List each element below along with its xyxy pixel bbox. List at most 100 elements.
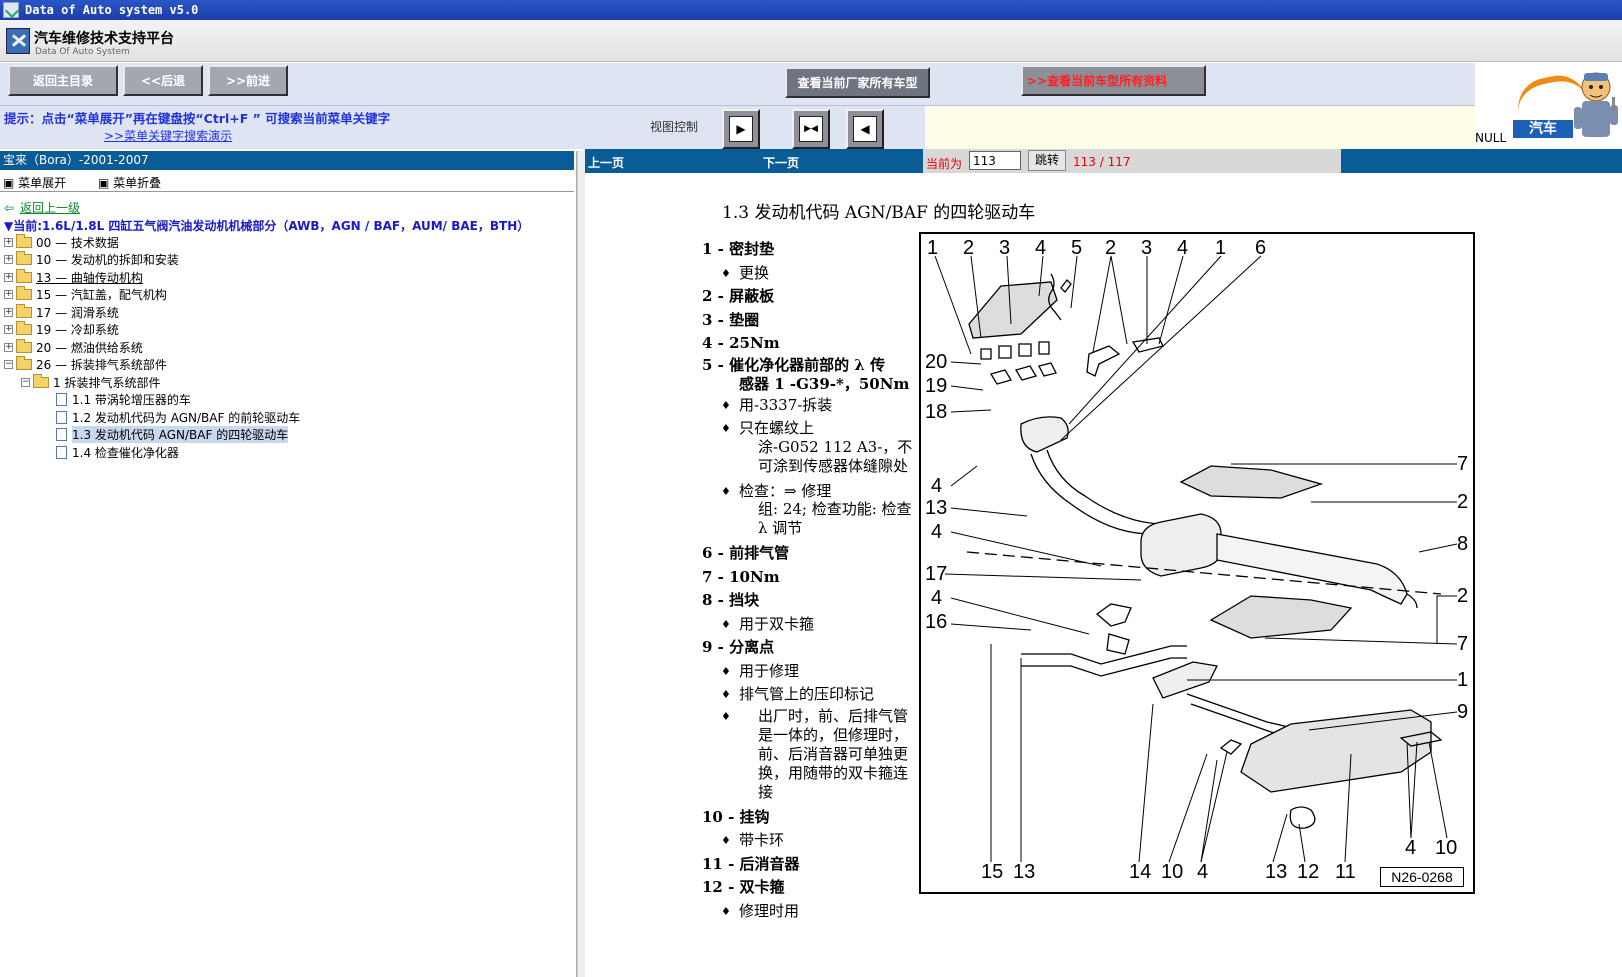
back-up-link[interactable]: ⇦ 返回上一级	[4, 199, 80, 216]
exhaust-diagram-drawing	[934, 255, 1458, 863]
forward-button[interactable]: >>前进	[208, 65, 288, 96]
back-arrow-icon: ⇦	[4, 201, 15, 215]
legend-label: 3 - 垫圈	[702, 310, 760, 329]
callout-label: 12	[1297, 861, 1320, 883]
tree-item[interactable]: +17 — 润滑系统	[4, 303, 119, 321]
view-expand-right-button[interactable]: ▶	[722, 109, 760, 149]
arrow-left-icon: ◀	[853, 116, 877, 142]
callout-label: 4	[1197, 861, 1209, 883]
callout-label: 4	[931, 521, 943, 543]
legend-item: 8 - 挡块	[702, 589, 922, 613]
legend-item: 10 - 挂钩	[702, 806, 922, 830]
legend-label: 7 - 10Nm	[702, 567, 780, 586]
collapse-minus-icon[interactable]: −	[21, 377, 30, 387]
tree-item-selected[interactable]: 1.3 发动机代码 AGN/BAF 的四轮驱动车	[56, 426, 289, 444]
document-view: 1.3 发动机代码 AGN/BAF 的四轮驱动车 1 - 密封垫 更换 2 - …	[585, 173, 1622, 977]
collapse-minus-icon[interactable]: −	[4, 360, 13, 369]
callout-label: 14	[1129, 861, 1152, 883]
menu-expand-button[interactable]: ▣ 菜单展开	[3, 176, 80, 190]
callout-label: 9	[1457, 701, 1469, 723]
home-button[interactable]: 返回主目录	[8, 65, 118, 96]
expand-plus-icon[interactable]: +	[4, 290, 13, 299]
menu-collapse-label: 菜单折叠	[113, 176, 162, 190]
folder-icon	[16, 286, 32, 300]
mechanic-mascot-icon	[1574, 72, 1618, 137]
tree-item[interactable]: +00 — 技术数据	[4, 233, 119, 251]
back-button[interactable]: <<后退	[123, 65, 203, 96]
ad-null-text: NULL	[1475, 131, 1507, 145]
callout-label: 4	[931, 475, 943, 497]
tree-item[interactable]: +15 — 汽缸盖，配气机构	[4, 286, 167, 304]
callout-label: 4	[1177, 237, 1189, 259]
tree-item-label: 13 — 曲轴传动机构	[36, 270, 143, 285]
all-models-button[interactable]: 查看当前厂家所有车型	[785, 67, 930, 98]
exhaust-exploded-diagram: N26-0268 1 2 3 4 5 2 3 4 1 6 20 19 18 4 …	[919, 232, 1475, 894]
tree-item-label: 1 拆装排气系统部件	[53, 375, 161, 390]
document-icon	[56, 445, 67, 459]
tree-item[interactable]: 1.1 带涡轮增压器的车	[56, 391, 191, 409]
left-scrollbar[interactable]	[577, 151, 585, 977]
menu-toggles: ▣ 菜单展开 ▣ 菜单折叠	[3, 174, 189, 191]
expand-plus-icon[interactable]: +	[4, 237, 13, 247]
legend-sub: 只在螺纹上	[702, 417, 922, 441]
ad-banner[interactable]: NULL 汽车	[1475, 63, 1622, 149]
page-number-input[interactable]	[969, 151, 1021, 170]
expand-plus-icon[interactable]: +	[4, 325, 13, 334]
callout-label: 2	[1457, 585, 1469, 607]
tree-item[interactable]: +13 — 曲轴传动机构	[4, 268, 143, 286]
view-control-label: 视图控制	[650, 120, 699, 134]
legend-item: 11 - 后消音器	[702, 853, 922, 877]
model-header: 宝来（Bora）-2001-2007	[0, 151, 574, 170]
jump-button[interactable]: 跳转	[1028, 150, 1066, 171]
legend-item: 6 - 前排气管	[702, 542, 922, 566]
folder-open-icon	[16, 356, 32, 370]
tree-item[interactable]: +10 — 发动机的拆卸和安装	[4, 251, 179, 269]
prev-page-link[interactable]: 上一页	[588, 154, 624, 171]
callout-label: 18	[925, 401, 948, 423]
callout-label: 1	[1215, 237, 1227, 259]
tree-item[interactable]: − 26 — 拆装排气系统部件	[4, 356, 167, 374]
tree-item-label: 00 — 技术数据	[36, 235, 119, 250]
menu-collapse-button[interactable]: ▣ 菜单折叠	[98, 176, 175, 190]
view-expand-left-button[interactable]: ◀	[846, 109, 884, 149]
callout-label: 2	[1457, 491, 1469, 513]
legend-item-cont: 感器 1 -G39-*，50Nm	[702, 375, 922, 394]
current-section-label: 当前:1.6L/1.8L 四缸五气阀汽油发动机机械部分（AWB，AGN / BA…	[13, 219, 530, 233]
search-demo-link[interactable]: >>菜单关键字搜索演示	[104, 127, 232, 144]
expand-plus-icon[interactable]: +	[4, 307, 13, 317]
legend-item: 1 - 密封垫	[702, 238, 922, 262]
legend-label: 4 - 25Nm	[702, 334, 780, 352]
expand-plus-icon[interactable]: +	[4, 342, 13, 352]
tree-item[interactable]: +20 — 燃油供给系统	[4, 338, 143, 356]
legend-label: 6 - 前排气管	[702, 544, 790, 562]
tree-item-label: 1.3 发动机代码 AGN/BAF 的四轮驱动车	[72, 426, 289, 443]
tree-item-label: 19 — 冷却系统	[36, 323, 119, 337]
callout-label: 19	[925, 375, 948, 397]
all-docs-button[interactable]: >>查看当前车型所有资料	[1021, 65, 1206, 96]
folder-icon	[16, 303, 32, 318]
legend-sub-cont: 涂-G052 112 A3-，不可涂到传感器体缝隙处	[758, 437, 913, 475]
left-menu-panel: 宝来（Bora）-2001-2007 ▣ 菜单展开 ▣ 菜单折叠 ⇦ 返回上一级 …	[0, 151, 577, 977]
expand-plus-icon[interactable]: +	[4, 272, 13, 282]
window-title-bar: Data of Auto system v5.0	[0, 0, 1622, 20]
callout-label: 7	[1457, 453, 1469, 475]
tree-item[interactable]: − 1 拆装排气系统部件	[21, 373, 160, 391]
view-split-button[interactable]: ▶◀	[792, 109, 830, 149]
callout-label: 3	[999, 237, 1011, 259]
tree-item[interactable]: 1.4 检查催化净化器	[56, 443, 179, 461]
callout-label: 17	[925, 563, 948, 585]
brand-header: 汽车维修技术支持平台 Data Of Auto System	[0, 20, 1622, 62]
legend-item: 4 - 25Nm	[702, 332, 922, 356]
tree-item[interactable]: +19 — 冷却系统	[4, 321, 119, 339]
legend-label: 10 - 挂钩	[702, 807, 770, 826]
tree-item[interactable]: 1.2 发动机代码为 AGN/BAF 的前轮驱动车	[56, 408, 300, 426]
brand-title: 汽车维修技术支持平台	[34, 31, 174, 47]
tree-item-label: 1.2 发动机代码为 AGN/BAF 的前轮驱动车	[72, 410, 301, 425]
brand-subtitle: Data Of Auto System	[35, 47, 130, 57]
legend-sub: 出厂时，前、后排气管是一体的，但修理时，前、后消音器可单独更换，用随带的双卡箍连…	[702, 707, 922, 802]
next-page-link[interactable]: 下一页	[763, 154, 799, 171]
callout-label: 2	[963, 237, 975, 259]
legend-sub: 修理时用	[702, 900, 922, 924]
expand-plus-icon[interactable]: +	[4, 255, 13, 264]
legend-sub: 用于修理	[702, 660, 922, 684]
